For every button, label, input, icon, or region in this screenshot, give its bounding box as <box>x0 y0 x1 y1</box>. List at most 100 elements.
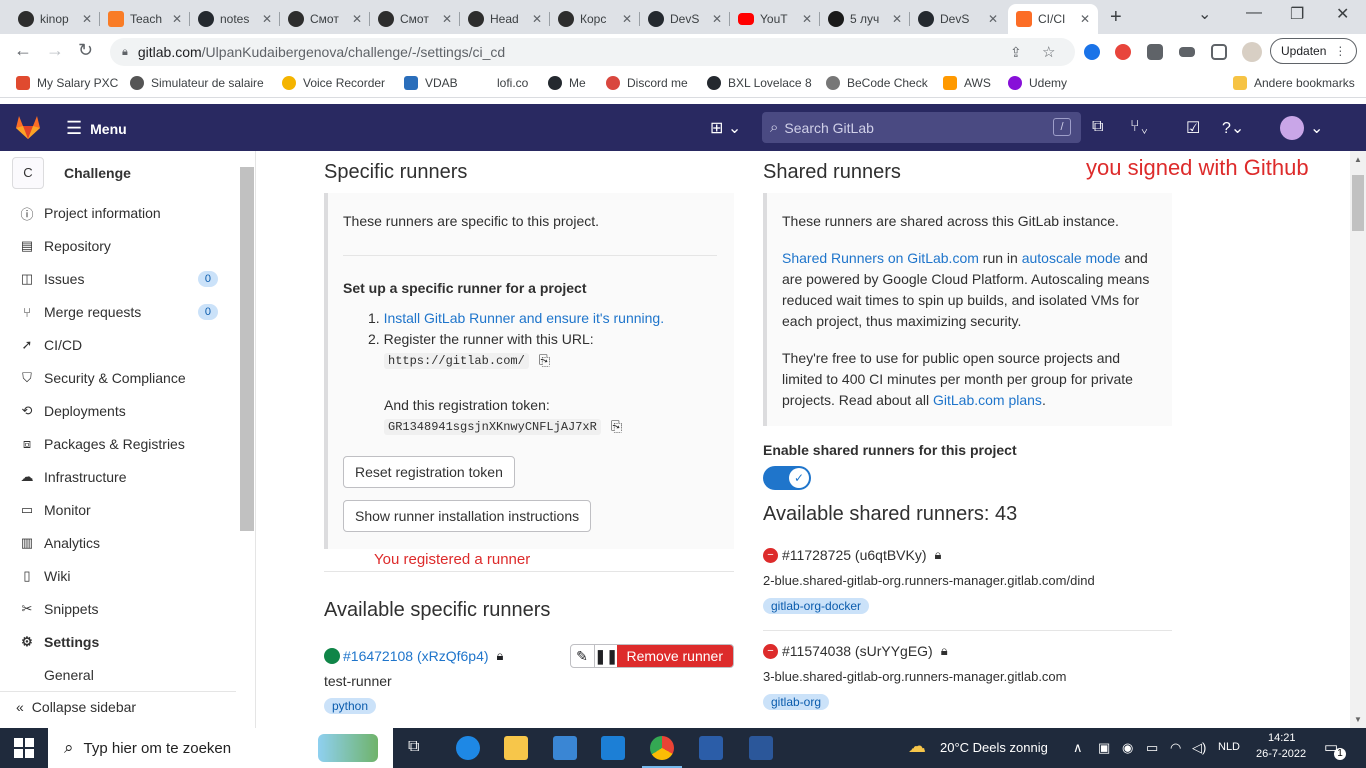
lock-icon[interactable]: 🔒︎ <box>122 46 128 59</box>
close-icon[interactable]: ✕ <box>262 12 272 26</box>
star-icon[interactable]: ☆ <box>1042 43 1055 61</box>
task-view-icon[interactable]: ⧉ <box>408 738 419 756</box>
install-runner-link[interactable]: Install GitLab Runner and ensure it's ru… <box>384 310 665 326</box>
autoscale-link[interactable]: autoscale mode <box>1022 250 1121 266</box>
network-icon[interactable]: ▣ <box>1098 740 1110 756</box>
bookmark[interactable]: Simulateur de salaire <box>130 76 264 90</box>
search-input[interactable]: ⌕ Search GitLab / <box>762 112 1081 143</box>
taskbar-search-input[interactable]: ⌕ Typ hier om te zoeken <box>48 728 393 768</box>
copy-icon[interactable]: ⎘ <box>611 418 622 435</box>
edit-pencil-icon[interactable]: ✎ <box>571 645 595 667</box>
volume-icon[interactable]: ◁) <box>1192 740 1206 756</box>
browser-tab[interactable]: DevS ✕ <box>640 4 730 34</box>
browser-tab[interactable]: notes ✕ <box>190 4 280 34</box>
issues-nav-icon[interactable]: ⧉ <box>1092 118 1103 136</box>
back-icon[interactable]: ← <box>14 40 32 61</box>
sidebar-item-merge-requests[interactable]: ⑂ Merge requests 0 <box>0 297 236 327</box>
reset-token-button[interactable]: Reset registration token <box>343 456 515 488</box>
close-icon[interactable]: ✕ <box>442 12 452 26</box>
help-icon[interactable]: ?⌄ <box>1222 118 1244 138</box>
side-panel-icon[interactable] <box>1211 44 1227 60</box>
weather-icon[interactable]: ☁ <box>908 736 926 757</box>
sidebar-item-issues[interactable]: ◫ Issues 0 <box>0 264 236 294</box>
runner-id-link[interactable]: #16472108 (xRzQf6p4) <box>343 648 489 664</box>
show-instructions-button[interactable]: Show runner installation instructions <box>343 500 592 532</box>
store-icon[interactable] <box>553 736 577 760</box>
scroll-up-icon[interactable]: ▲ <box>1354 155 1362 164</box>
bookmark[interactable]: My Salary PXC <box>16 76 118 90</box>
window-close-icon[interactable]: ✕ <box>1336 4 1349 24</box>
sidebar-scrollbar[interactable] <box>240 167 254 531</box>
collapse-sidebar-button[interactable]: « Collapse sidebar <box>0 691 236 721</box>
scrollbar-thumb[interactable] <box>1352 175 1364 231</box>
adblock-icon[interactable] <box>1115 44 1131 60</box>
bookmark[interactable]: Udemy <box>1008 76 1067 90</box>
copy-icon[interactable]: ⎘ <box>539 352 550 369</box>
sidebar-item-ci-cd[interactable]: ➚ CI/CD <box>0 330 236 360</box>
reload-icon[interactable]: ↻ <box>78 40 93 61</box>
chevron-down-icon[interactable]: ⌄ <box>1310 118 1323 138</box>
user-avatar[interactable] <box>1280 116 1304 140</box>
remove-runner-button[interactable]: Remove runner <box>616 645 733 667</box>
plans-link[interactable]: GitLab.com plans <box>933 392 1042 408</box>
battery-icon[interactable]: ▭ <box>1146 740 1158 756</box>
file-explorer-icon[interactable] <box>504 736 528 760</box>
gitlab-logo-icon[interactable] <box>14 114 42 140</box>
address-bar[interactable]: 🔒︎ gitlab.com/UlpanKudaibergenova/challe… <box>110 38 1075 66</box>
edge-icon[interactable] <box>456 736 480 760</box>
browser-tab-active[interactable]: CI/CI ✕ <box>1008 4 1098 34</box>
browser-tab[interactable]: Корс ✕ <box>550 4 640 34</box>
pause-icon[interactable]: ❚❚ <box>595 645 618 667</box>
powershell-icon[interactable] <box>699 736 723 760</box>
sidebar-item-infrastructure[interactable]: ☁ Infrastructure <box>0 462 236 492</box>
menu-button[interactable]: ☰ Menu <box>66 118 127 139</box>
clock-time[interactable]: 14:21 <box>1268 732 1296 744</box>
sidebar-item-monitor[interactable]: ▭ Monitor <box>0 495 236 525</box>
browser-tab[interactable]: kinop ✕ <box>10 4 100 34</box>
page-scrollbar[interactable]: ▲ ▼ <box>1350 151 1366 728</box>
close-icon[interactable]: ✕ <box>892 12 902 26</box>
more-icon[interactable]: ⋮ <box>1334 44 1346 58</box>
sidebar-item-settings[interactable]: ⚙ Settings <box>0 627 236 657</box>
bookmark[interactable]: AWS <box>943 76 991 90</box>
sidebar-subitem-general[interactable]: General <box>44 667 94 683</box>
sidebar-item-analytics[interactable]: ▥ Analytics <box>0 528 236 558</box>
forward-icon[interactable]: → <box>46 40 64 61</box>
minimize-icon[interactable]: — <box>1246 4 1262 22</box>
todos-icon[interactable]: ☑ <box>1186 118 1200 138</box>
close-icon[interactable]: ✕ <box>172 12 182 26</box>
media-icon[interactable] <box>1179 47 1195 57</box>
bookmark-folder[interactable]: Andere bookmarks <box>1233 76 1355 90</box>
sidebar-item-deployments[interactable]: ⟲ Deployments <box>0 396 236 426</box>
mail-icon[interactable] <box>601 736 625 760</box>
browser-tab[interactable]: DevS ✕ <box>910 4 1006 34</box>
sidebar-item-packages[interactable]: ⧈ Packages & Registries <box>0 429 236 459</box>
bookmark[interactable]: VDAB <box>404 76 458 90</box>
wifi-icon[interactable]: ◠ <box>1170 740 1181 756</box>
maximize-icon[interactable]: ❐ <box>1290 4 1304 24</box>
extensions-icon[interactable] <box>1147 44 1163 60</box>
chrome-icon[interactable] <box>642 736 682 768</box>
profile-avatar[interactable] <box>1242 42 1262 62</box>
close-icon[interactable]: ✕ <box>988 12 998 26</box>
extension-m-icon[interactable] <box>1084 44 1100 60</box>
bookmark[interactable]: Discord me <box>606 76 688 90</box>
bookmark[interactable]: Voice Recorder <box>282 76 385 90</box>
clock-date[interactable]: 26-7-2022 <box>1256 748 1306 760</box>
sidebar-item-wiki[interactable]: ▯ Wiki <box>0 561 236 591</box>
new-tab-icon[interactable]: + <box>1110 6 1122 29</box>
browser-tab[interactable]: Head ✕ <box>460 4 550 34</box>
shared-runners-toggle[interactable]: ✓ <box>763 466 811 490</box>
browser-tab[interactable]: Teach ✕ <box>100 4 190 34</box>
close-icon[interactable]: ✕ <box>352 12 362 26</box>
close-icon[interactable]: ✕ <box>712 12 722 26</box>
scroll-down-icon[interactable]: ▼ <box>1354 715 1362 724</box>
bookmark[interactable]: BXL Lovelace 8 <box>707 76 812 90</box>
chevron-up-icon[interactable]: ∧ <box>1073 740 1083 756</box>
browser-tab[interactable]: 5 луч ✕ <box>820 4 910 34</box>
sidebar-project-header[interactable]: C Challenge <box>12 157 131 189</box>
word-icon[interactable] <box>749 736 773 760</box>
windows-start-icon[interactable] <box>14 738 34 758</box>
update-button[interactable]: Updaten ⋮ <box>1270 38 1358 64</box>
bookmark[interactable]: Me <box>548 76 586 90</box>
